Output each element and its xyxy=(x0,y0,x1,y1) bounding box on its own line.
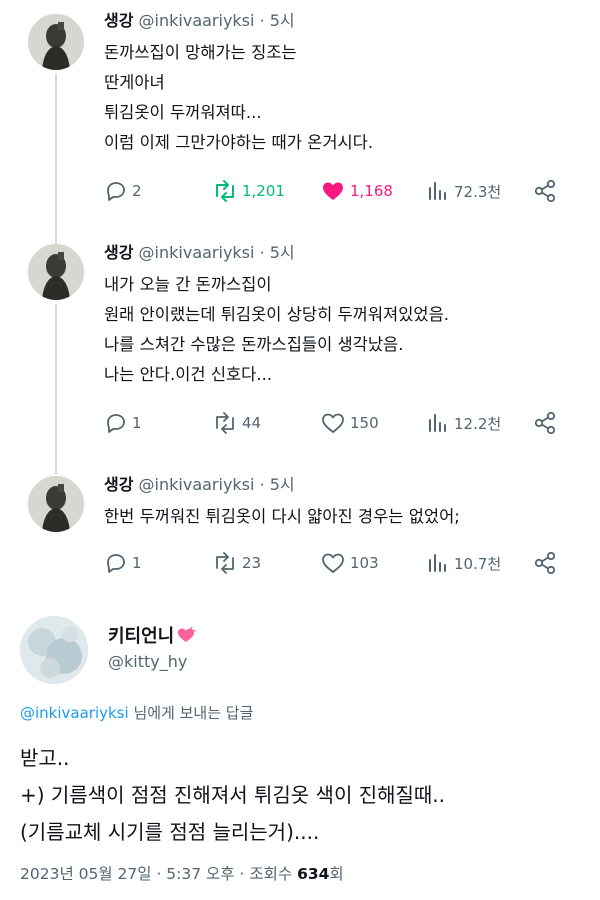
views-button[interactable]: 72.3천 xyxy=(426,176,501,206)
reply-button[interactable]: 2 xyxy=(104,176,142,206)
separator-dot: · xyxy=(259,243,265,262)
retweet-count: 1,201 xyxy=(242,182,285,200)
views-icon xyxy=(429,554,446,572)
avatar[interactable] xyxy=(28,476,84,532)
heart-emoji-icon xyxy=(178,626,196,642)
thread-connector xyxy=(55,74,57,244)
share-icon xyxy=(534,551,556,575)
post-date[interactable]: 2023년 05월 27일 · 5:37 오후 · 조회수 xyxy=(20,865,297,883)
author-handle[interactable]: @inkivaariyksi xyxy=(139,11,255,30)
author-handle[interactable]: @inkivaariyksi xyxy=(139,475,255,494)
reply-count: 2 xyxy=(132,182,142,200)
views-icon xyxy=(429,414,446,432)
reply-icon xyxy=(107,182,125,201)
retweet-count: 23 xyxy=(242,554,262,572)
share-button[interactable] xyxy=(532,408,562,438)
avatar[interactable] xyxy=(28,14,84,70)
like-button[interactable]: 1,168 xyxy=(320,176,393,206)
author-name-row[interactable]: 키티언니 xyxy=(108,622,196,648)
tweet-meta: 생강 @inkivaariyksi · 5시 xyxy=(104,474,582,496)
tweet-text: 돈까쓰집이 망해가는 징조는 딴게아녀 튀김옷이 두꺼워져따... 이럼 이제 … xyxy=(104,43,374,152)
reply-button[interactable]: 1 xyxy=(104,408,142,438)
tweet-timestamp-views: 2023년 05월 27일 · 5:37 오후 · 조회수 634회 xyxy=(20,862,344,884)
tweet-actions: 1 44 150 12.2천 xyxy=(104,408,564,438)
share-icon xyxy=(534,179,556,203)
retweet-icon xyxy=(216,412,234,434)
views-count: 12.2천 xyxy=(454,414,502,433)
reply-icon xyxy=(107,554,125,573)
retweet-icon xyxy=(216,180,234,202)
tweet-meta: 생강 @inkivaariyksi · 5시 xyxy=(104,242,582,264)
like-count: 1,168 xyxy=(350,182,393,200)
reply-icon xyxy=(107,414,125,433)
separator-dot: · xyxy=(259,475,265,494)
views-count: 72.3천 xyxy=(454,182,502,201)
retweet-count: 44 xyxy=(242,414,262,432)
author-name[interactable]: 생강 xyxy=(104,243,133,262)
author-name[interactable]: 생강 xyxy=(104,475,133,494)
share-icon xyxy=(534,411,556,435)
author-name: 키티언니 xyxy=(108,626,175,647)
author-handle[interactable]: @kitty_hy xyxy=(108,652,187,671)
reply-count: 1 xyxy=(132,414,142,432)
tweet-thread-page: 생강 @inkivaariyksi · 5시 돈까쓰집이 망해가는 징조는 딴게… xyxy=(0,0,600,900)
share-button[interactable] xyxy=(532,548,562,578)
tweet-actions: 2 1,201 1,168 72.3천 xyxy=(104,176,564,206)
view-count[interactable]: 634 xyxy=(297,865,329,883)
like-icon xyxy=(322,553,344,574)
views-button[interactable]: 12.2천 xyxy=(426,408,501,438)
tweet-text: 받고.. +) 기름색이 점점 진해져서 튀김옷 색이 진해질때.. (기름교체… xyxy=(20,746,446,844)
views-button[interactable]: 10.7천 xyxy=(426,548,501,578)
reply-context: @inkivaariyksi 님에게 보내는 답글 xyxy=(20,702,253,723)
timestamp[interactable]: 5시 xyxy=(270,11,295,30)
avatar[interactable] xyxy=(20,616,88,684)
retweet-icon xyxy=(216,552,234,574)
tweet-text: 한번 두꺼워진 튀김옷이 다시 얇아진 경우는 없었어; xyxy=(104,507,460,526)
like-button[interactable]: 103 xyxy=(320,548,379,578)
retweet-button[interactable]: 1,201 xyxy=(212,176,285,206)
avatar[interactable] xyxy=(28,244,84,300)
reply-context-label: 님에게 보내는 답글 xyxy=(128,704,254,722)
view-count-unit: 회 xyxy=(329,865,344,883)
separator-dot: · xyxy=(259,11,265,30)
author-handle[interactable]: @inkivaariyksi xyxy=(139,243,255,262)
like-icon xyxy=(322,413,344,434)
like-button[interactable]: 150 xyxy=(320,408,379,438)
retweet-button[interactable]: 23 xyxy=(212,548,261,578)
views-icon xyxy=(429,182,446,200)
like-count: 103 xyxy=(350,554,379,572)
tweet-meta: 생강 @inkivaariyksi · 5시 xyxy=(104,10,582,32)
timestamp[interactable]: 5시 xyxy=(270,243,295,262)
thread-connector xyxy=(55,304,57,474)
reply-button[interactable]: 1 xyxy=(104,548,142,578)
like-icon xyxy=(323,182,343,200)
retweet-button[interactable]: 44 xyxy=(212,408,261,438)
reply-count: 1 xyxy=(132,554,142,572)
timestamp[interactable]: 5시 xyxy=(270,475,295,494)
tweet-actions: 1 23 103 10.7천 xyxy=(104,548,564,578)
views-count: 10.7천 xyxy=(454,554,502,573)
like-count: 150 xyxy=(350,414,379,432)
tweet-text: 내가 오늘 간 돈까스집이 원래 안이랬는데 튀김옷이 상당히 두꺼워져있었음.… xyxy=(104,275,450,384)
reply-mention-link[interactable]: @inkivaariyksi xyxy=(20,704,129,722)
author-name[interactable]: 생강 xyxy=(104,11,133,30)
share-button[interactable] xyxy=(532,176,562,206)
